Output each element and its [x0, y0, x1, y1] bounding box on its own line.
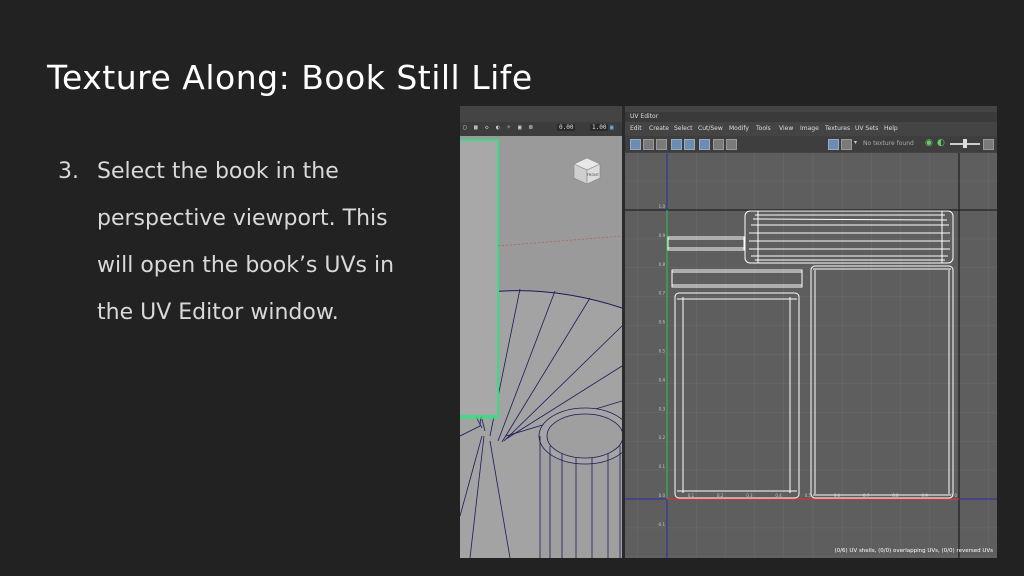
viewport-settings-icon[interactable]: ▣ — [610, 124, 614, 131]
menu-uv-sets[interactable]: UV Sets — [855, 125, 878, 132]
texture-display-icon[interactable] — [828, 139, 839, 150]
uv-display-icon[interactable] — [630, 139, 641, 150]
uv-shell-strip-top — [667, 236, 745, 251]
viewport-canvas[interactable]: FRONT — [460, 136, 622, 558]
menu-modify[interactable]: Modify — [729, 125, 749, 132]
uv-checker-icon[interactable] — [656, 139, 667, 150]
grid-label-u: 0.2 — [717, 493, 724, 498]
slide-title: Texture Along: Book Still Life — [47, 58, 533, 97]
menu-view[interactable]: View — [779, 125, 793, 132]
uv-shell-cover-right — [810, 265, 954, 499]
uv-grid-labels: 1.0 0.9 0.8 0.7 0.6 0.5 0.4 0.3 0.2 0.1 0.0 -0.1 0.1… — [657, 204, 957, 527]
uv-grid-canvas[interactable]: 1.0 0.9 0.8 0.7 0.6 0.5 0.4 0.3 0.2 0.1 0.0 -0.1 0.1… — [625, 153, 997, 558]
menu-image[interactable]: Image — [800, 125, 819, 132]
uv-shell-spine — [744, 210, 954, 264]
uv-editor-title: UV Editor — [630, 113, 659, 120]
exposure-icon[interactable]: ◉ — [925, 138, 933, 148]
perspective-viewport[interactable]: ▢ ▦ ◇ ◐ ☼ ▣ ⊠ 0.00 1.00 ▣ FRONT — [460, 106, 622, 558]
grid-label-u: 0.4 — [775, 493, 782, 498]
uv-options-icon[interactable] — [983, 139, 994, 150]
uv-pixel-snap-icon[interactable] — [713, 139, 724, 150]
menu-select[interactable]: Select — [674, 125, 693, 132]
gamma-value[interactable]: 1.00 — [590, 124, 609, 131]
step-line: the UV Editor window. — [97, 300, 339, 325]
menu-help[interactable]: Help — [884, 125, 898, 132]
grid-label-v: 0.5 — [659, 349, 666, 354]
selected-book — [460, 139, 499, 417]
uv-grid-icon[interactable] — [643, 139, 654, 150]
xray-icon[interactable]: ⊠ — [529, 124, 533, 131]
step-line: will open the book’s UVs in — [97, 253, 395, 278]
uv-distortion-icon[interactable] — [684, 139, 695, 150]
grid-label-v: 1.0 — [659, 204, 666, 209]
view-cube[interactable]: FRONT — [572, 156, 602, 186]
step-line: perspective viewport. This — [97, 206, 388, 231]
menu-create[interactable]: Create — [649, 125, 669, 132]
grid-label-v: 0.7 — [659, 291, 666, 296]
viewport-tab-bar — [460, 106, 622, 122]
grid-label-v: 0.0 — [659, 493, 666, 498]
wireframe-icon[interactable]: ◇ — [485, 124, 489, 131]
gamma-icon[interactable]: ◐ — [937, 138, 945, 148]
viewport-toolbar: ▢ ▦ ◇ ◐ ☼ ▣ ⊠ 0.00 1.00 ▣ — [460, 122, 622, 136]
step-3: 3. Select the book in the perspective vi… — [58, 148, 438, 336]
uv-editor-titlebar: UV Editor — [625, 112, 997, 122]
no-texture-label: No texture found — [863, 140, 914, 147]
texture-filter-icon[interactable] — [841, 139, 852, 150]
slider-handle[interactable] — [963, 139, 967, 148]
shade-icon[interactable]: ◐ — [496, 124, 500, 131]
grid-label-v: 0.4 — [659, 377, 666, 382]
grid-label-v: 0.8 — [659, 262, 666, 267]
isolate-icon[interactable]: ▣ — [518, 124, 522, 131]
grid-label-v: 0.2 — [659, 435, 666, 440]
uv-shell-strip-middle — [671, 269, 803, 288]
grid-label-u: 0.1 — [688, 493, 695, 498]
grid-label-v: 0.1 — [659, 464, 666, 469]
grid-icon[interactable]: ▦ — [474, 124, 478, 131]
cylinder-mesh — [538, 407, 622, 558]
uv-status-text: (0/6) UV shells, (0/0) overlapping UVs, … — [834, 548, 993, 554]
grid-label-u: 0.5 — [805, 493, 812, 498]
uv-image-icon[interactable] — [726, 139, 737, 150]
uv-editor-toolbar: ▾ No texture found ◉ ◐ — [625, 136, 997, 152]
uv-editor-menubar: Edit Create Select Cut/Sew Modify Tools … — [625, 123, 997, 135]
grid-label-u: 0.3 — [746, 493, 753, 498]
uv-shaded-icon[interactable] — [671, 139, 682, 150]
grid-label-v: 0.6 — [659, 320, 666, 325]
uv-shell-cover-left — [674, 292, 800, 499]
menu-textures[interactable]: Textures — [825, 125, 850, 132]
menu-tools[interactable]: Tools — [756, 125, 771, 132]
grid-label-v: 0.9 — [659, 233, 666, 238]
step-line: Select the book in the — [97, 159, 339, 184]
uv-snap-icon[interactable] — [699, 139, 710, 150]
light-icon[interactable]: ☼ — [507, 124, 511, 131]
grid-label-v: 0.3 — [659, 406, 666, 411]
camera-icon[interactable]: ▢ — [463, 124, 467, 131]
menu-edit[interactable]: Edit — [630, 125, 642, 132]
exposure-value[interactable]: 0.00 — [557, 124, 576, 131]
texture-dropdown-icon[interactable]: ▾ — [854, 139, 857, 146]
maya-screenshot: ▢ ▦ ◇ ◐ ☼ ▣ ⊠ 0.00 1.00 ▣ FRONT UV Edito… — [460, 106, 997, 558]
grid-label-v: -0.1 — [657, 522, 665, 527]
uv-editor-panel: UV Editor Edit Create Select Cut/Sew Mod… — [625, 106, 997, 558]
menu-cut-sew[interactable]: Cut/Sew — [698, 125, 723, 132]
step-number: 3. — [58, 159, 79, 184]
view-cube-label: FRONT — [587, 173, 599, 177]
